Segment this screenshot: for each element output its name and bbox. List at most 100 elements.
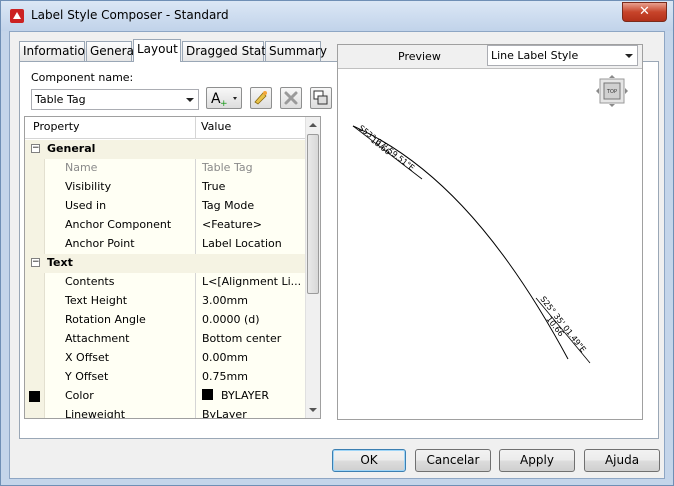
- property-grid-header: Property Value: [25, 117, 305, 139]
- close-button[interactable]: ✕: [622, 2, 667, 22]
- apply-button[interactable]: Apply: [499, 449, 575, 472]
- category-label: General: [44, 140, 305, 159]
- tab-general[interactable]: General: [86, 41, 137, 61]
- tab-layout[interactable]: Layout: [133, 39, 181, 62]
- scroll-up-arrow-icon[interactable]: [309, 123, 317, 127]
- property-name: X Offset: [44, 349, 196, 368]
- chevron-down-icon: [625, 54, 633, 58]
- row-gutter: [25, 406, 44, 418]
- property-name: Visibility: [44, 178, 196, 197]
- alignment-curve: [352, 125, 569, 360]
- title-bar[interactable]: Label Style Composer - Standard ✕: [1, 1, 673, 31]
- property-row-anchor-point[interactable]: Anchor Point Label Location: [25, 235, 305, 254]
- property-row-lineweight[interactable]: Lineweight ByLayer: [25, 406, 305, 418]
- property-value[interactable]: <Feature>: [196, 216, 305, 235]
- row-gutter: [25, 330, 44, 349]
- property-row-x-offset[interactable]: X Offset 0.00mm: [25, 349, 305, 368]
- property-name: Used in: [44, 197, 196, 216]
- property-value: Table Tag: [196, 159, 305, 178]
- property-row-used-in[interactable]: Used in Tag Mode: [25, 197, 305, 216]
- help-button[interactable]: Ajuda: [584, 449, 660, 472]
- tab-information[interactable]: Information: [19, 41, 92, 61]
- collapse-icon[interactable]: −: [31, 258, 40, 267]
- property-value[interactable]: 0.0000 (d): [196, 311, 305, 330]
- window-title: Label Style Composer - Standard: [31, 8, 229, 22]
- property-value[interactable]: 0.75mm: [196, 368, 305, 387]
- add-text-component-icon: A +: [211, 91, 237, 109]
- tab-dragged-state[interactable]: Dragged State: [182, 41, 273, 61]
- property-name: Rotation Angle: [44, 311, 196, 330]
- component-draw-order-button[interactable]: [310, 87, 332, 109]
- category-row-general[interactable]: − General: [25, 140, 305, 159]
- scroll-thumb[interactable]: [307, 134, 319, 294]
- scroll-down-arrow-icon[interactable]: [309, 408, 317, 412]
- property-row-y-offset[interactable]: Y Offset 0.75mm: [25, 368, 305, 387]
- preview-style-select[interactable]: Line Label Style: [487, 45, 638, 66]
- viewcube-icon[interactable]: TOP: [596, 75, 628, 107]
- property-row-contents[interactable]: Contents L<[Alignment Li...: [25, 273, 305, 292]
- property-name: Color: [44, 387, 196, 406]
- copy-component-icon: [254, 91, 267, 105]
- property-column-header: Property: [33, 120, 80, 133]
- property-grid[interactable]: Property Value − General Name Table Tag …: [24, 116, 321, 419]
- component-name-value: Table Tag: [35, 93, 86, 106]
- row-gutter: −: [25, 140, 44, 159]
- property-row-anchor-component[interactable]: Anchor Component <Feature>: [25, 216, 305, 235]
- property-value[interactable]: L<[Alignment Li...: [196, 273, 305, 292]
- property-grid-scrollbar[interactable]: [305, 117, 320, 418]
- preview-label: Preview: [398, 50, 441, 63]
- copy-component-button[interactable]: [250, 87, 272, 109]
- property-row-visibility[interactable]: Visibility True: [25, 178, 305, 197]
- property-row-text-height[interactable]: Text Height 3.00mm: [25, 292, 305, 311]
- row-gutter: [25, 368, 44, 387]
- row-gutter: [25, 178, 44, 197]
- delete-component-button[interactable]: [280, 87, 302, 109]
- property-name: Text Height: [44, 292, 196, 311]
- row-gutter: [25, 311, 44, 330]
- cancel-button[interactable]: Cancelar: [415, 449, 491, 472]
- bottom-bearing-label: S25° 35' 01.49"E: [538, 295, 587, 354]
- tab-summary[interactable]: Summary: [265, 41, 327, 61]
- component-name-label: Component name:: [31, 71, 134, 84]
- property-value[interactable]: Label Location: [196, 235, 305, 254]
- collapse-icon[interactable]: −: [31, 144, 40, 153]
- property-value[interactable]: 3.00mm: [196, 292, 305, 311]
- column-divider: [195, 117, 196, 139]
- delete-x-icon: [284, 91, 298, 105]
- add-component-button[interactable]: A +: [206, 87, 242, 109]
- ok-button[interactable]: OK: [332, 449, 406, 472]
- color-swatch-icon: [29, 391, 40, 402]
- property-name: Name: [44, 159, 196, 178]
- property-name: Anchor Component: [44, 216, 196, 235]
- dialog-window: Label Style Composer - Standard ✕ Inform…: [0, 0, 674, 486]
- chevron-down-icon: [186, 98, 194, 102]
- preview-header: Preview Line Label Style: [338, 45, 642, 69]
- app-icon: [10, 9, 24, 23]
- property-value[interactable]: Bottom center: [196, 330, 305, 349]
- property-row-name[interactable]: Name Table Tag: [25, 159, 305, 178]
- property-name: Anchor Point: [44, 235, 196, 254]
- property-row-color[interactable]: Color BYLAYER: [25, 387, 305, 406]
- property-name: Y Offset: [44, 368, 196, 387]
- property-value[interactable]: Tag Mode: [196, 197, 305, 216]
- property-row-attachment[interactable]: Attachment Bottom center: [25, 330, 305, 349]
- property-name: Lineweight: [44, 406, 196, 418]
- property-value[interactable]: True: [196, 178, 305, 197]
- svg-text:+: +: [220, 99, 228, 108]
- svg-text:TOP: TOP: [606, 89, 617, 95]
- property-name: Contents: [44, 273, 196, 292]
- row-gutter: [25, 235, 44, 254]
- category-label: Text: [44, 254, 305, 273]
- component-name-select[interactable]: Table Tag: [31, 89, 199, 110]
- preview-style-value: Line Label Style: [491, 49, 579, 62]
- category-row-text[interactable]: − Text: [25, 254, 305, 273]
- row-gutter: [25, 292, 44, 311]
- property-value[interactable]: ByLayer: [196, 406, 305, 418]
- property-value[interactable]: 0.00mm: [196, 349, 305, 368]
- row-gutter: [25, 197, 44, 216]
- property-row-rotation-angle[interactable]: Rotation Angle 0.0000 (d): [25, 311, 305, 330]
- preview-canvas[interactable]: TOP S53° 07' 59.51"E 10.66 S25° 35' 01.4…: [338, 69, 642, 419]
- property-value-cell[interactable]: BYLAYER: [196, 387, 305, 406]
- preview-drawing: TOP S53° 07' 59.51"E 10.66 S25° 35' 01.4…: [352, 75, 628, 364]
- row-gutter: [25, 349, 44, 368]
